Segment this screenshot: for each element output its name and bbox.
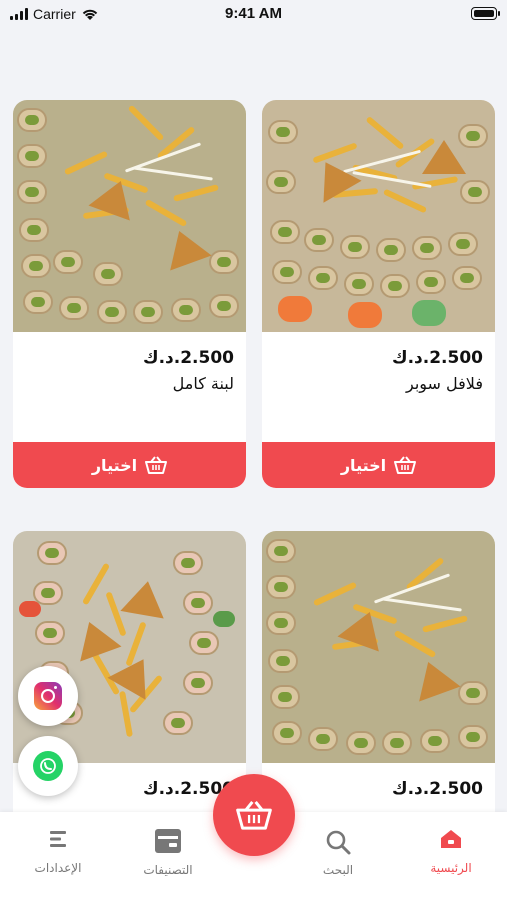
product-info: 2.500.د.ك [262, 763, 495, 801]
whatsapp-button[interactable] [18, 736, 78, 796]
battery-icon [471, 7, 500, 20]
basket-icon [145, 456, 168, 474]
product-price: 2.500.د.ك [142, 348, 234, 368]
product-name: لبنة كامل [172, 374, 234, 393]
cart-button[interactable] [213, 774, 295, 856]
product-price: 2.500.د.ك [391, 348, 483, 368]
nav-home-label: الرئيسية [430, 861, 472, 875]
nav-categories-label: التصنيفات [143, 863, 193, 877]
product-info: 2.500.د.ك فلافل سوبر [262, 332, 495, 396]
product-card[interactable]: 2.500.د.ك لبنة كامل اختيار [13, 100, 246, 488]
nav-home[interactable]: الرئيسية [401, 828, 501, 875]
nav-settings-label: الإعدادات [34, 861, 82, 875]
nav-settings[interactable]: الإعدادات [8, 828, 108, 875]
choose-button[interactable]: اختيار [13, 442, 246, 488]
product-image [262, 531, 495, 763]
choose-button[interactable]: اختيار [262, 442, 495, 488]
instagram-button[interactable] [18, 666, 78, 726]
product-info: 2.500.د.ك لبنة كامل [13, 332, 246, 396]
search-icon [326, 830, 351, 855]
nav-categories[interactable]: التصنيفات [118, 828, 218, 877]
whatsapp-icon [33, 751, 63, 781]
menu-icon [50, 831, 66, 847]
home-icon [441, 830, 461, 848]
instagram-icon [34, 682, 62, 710]
choose-button-label: اختيار [340, 455, 387, 475]
product-name: فلافل سوبر [406, 374, 483, 393]
basket-icon [394, 456, 417, 474]
categories-icon [155, 829, 181, 853]
nav-search[interactable]: البحث [288, 828, 388, 877]
product-card[interactable]: 2.500.د.ك فلافل سوبر اختيار [262, 100, 495, 488]
product-image [13, 531, 246, 763]
choose-button-label: اختيار [91, 455, 138, 475]
product-image [262, 100, 495, 332]
status-bar: Carrier 9:41 AM [0, 0, 507, 30]
nav-search-label: البحث [322, 863, 354, 877]
product-price: 2.500.د.ك [391, 779, 483, 799]
clock: 9:41 AM [225, 5, 282, 22]
product-card[interactable]: 2.500.د.ك [262, 531, 495, 831]
basket-icon [236, 800, 272, 830]
product-image [13, 100, 246, 332]
